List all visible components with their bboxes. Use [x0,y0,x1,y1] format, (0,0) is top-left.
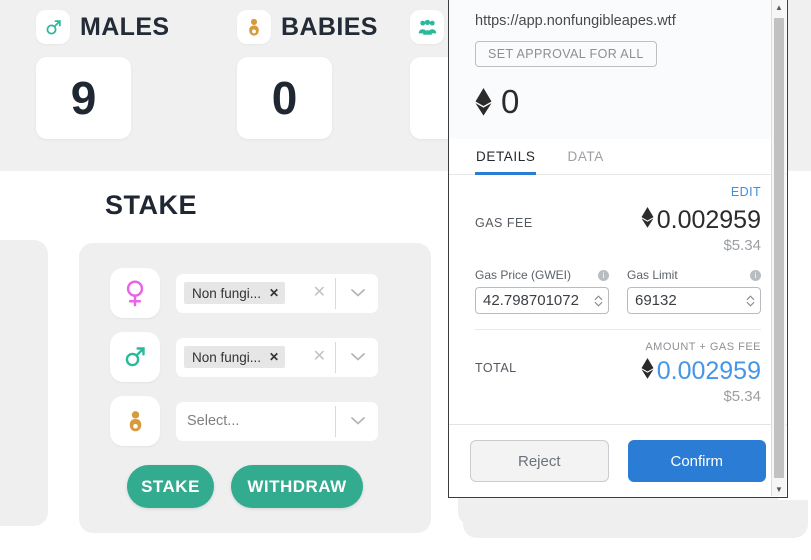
gas-limit-stepper[interactable] [746,294,760,307]
female-select[interactable]: Non fungi... ✕ ✕ [176,273,378,313]
gas-fee-fiat: $5.34 [723,237,761,254]
ethereum-icon [641,357,654,386]
gas-price-stepper[interactable] [594,294,608,307]
stake-row-baby: Select... [110,396,378,446]
total-eth: 0.002959 [641,357,761,386]
amount-plus-gas-caption: AMOUNT + GAS FEE [645,341,761,353]
popup-header: https://app.nonfungibleapes.wtf SET APPR… [449,0,787,139]
male-icon [110,332,160,382]
stat-card: 9 [36,57,131,139]
stat-label: BABIES [281,12,378,41]
gas-limit-label: Gas Limit [627,268,678,282]
gas-fee-label: GAS FEE [475,216,533,230]
baby-icon [237,10,271,44]
group-icon [410,10,444,44]
gas-fee-row: GAS FEE 0.002959 $5.34 [475,206,761,254]
reject-button[interactable]: Reject [470,440,609,482]
stake-section-title: STAKE [105,190,198,220]
info-icon[interactable]: i [750,269,761,281]
ethereum-icon [641,206,654,235]
selected-tag-label: Non fungi... [192,285,262,301]
male-icon [36,10,70,44]
stat-babies: BABIES 0 [237,8,378,139]
stat-value: 9 [70,72,97,124]
divider [335,341,336,373]
total-fiat: $5.34 [723,388,761,405]
stake-actions: STAKE WITHDRAW [127,465,363,508]
gas-limit-input[interactable] [628,288,746,313]
amount-value: 0 [501,83,520,120]
selected-tag[interactable]: Non fungi... ✕ [184,346,286,368]
scroll-up-icon[interactable]: ▲ [772,0,786,14]
info-icon[interactable]: i [598,269,609,281]
set-approval-for-all-button[interactable]: SET APPROVAL FOR ALL [475,41,657,67]
transaction-amount: 0 [475,83,761,121]
gas-inputs: Gas Price (GWEI) i Gas Limit i [475,268,761,314]
background-card-left [0,240,48,526]
popup-tabs: DETAILS DATA [449,139,787,175]
chevron-down-icon[interactable] [351,353,365,362]
edit-gas-link[interactable]: EDIT [475,185,761,199]
stat-value: 0 [271,72,298,124]
screen: MALES 9 BABIES 0 STAKE Non fungi... ✕ ✕ … [0,0,811,560]
selected-tag[interactable]: Non fungi... ✕ [184,282,286,304]
clear-icon[interactable]: ✕ [313,285,326,301]
chevron-down-icon[interactable] [351,417,365,426]
scroll-down-icon[interactable]: ▼ [772,482,786,496]
withdraw-button[interactable]: WITHDRAW [231,465,363,508]
confirm-button[interactable]: Confirm [627,440,766,482]
total-row: TOTAL AMOUNT + GAS FEE 0.002959 $5.34 [475,341,761,405]
stake-row-female: Non fungi... ✕ ✕ [110,268,378,318]
baby-select[interactable]: Select... [176,401,378,441]
tab-data[interactable]: DATA [566,139,604,175]
select-placeholder: Select... [187,413,240,429]
divider [335,277,336,309]
stat-males: MALES 9 [36,8,170,139]
gas-price-input[interactable] [476,288,594,313]
divider [335,405,336,437]
divider [475,329,761,330]
gas-price-label: Gas Price (GWEI) [475,268,572,282]
scrollbar-thumb[interactable] [774,18,784,478]
origin-url: https://app.nonfungibleapes.wtf [475,13,676,29]
popup-scrollbar[interactable]: ▲ ▼ [771,0,786,496]
clear-icon[interactable]: ✕ [313,349,326,365]
stake-row-male: Non fungi... ✕ ✕ [110,332,378,382]
baby-icon [110,396,160,446]
background-card-bottom [463,500,808,538]
selected-tag-label: Non fungi... [192,349,262,365]
popup-footer: Reject Confirm [449,424,787,497]
stake-button[interactable]: STAKE [127,465,214,508]
female-icon [110,268,160,318]
total-label: TOTAL [475,361,517,375]
stat-label: MALES [80,12,170,41]
details-panel: EDIT GAS FEE 0.002959 $5.34 Gas Price (G… [449,175,787,424]
stat-card: 0 [237,57,332,139]
tab-details[interactable]: DETAILS [475,139,537,175]
remove-tag-icon[interactable]: ✕ [269,286,279,300]
ethereum-icon [475,88,492,116]
remove-tag-icon[interactable]: ✕ [269,350,279,364]
total-value: 0.002959 [656,357,761,385]
chevron-down-icon[interactable] [351,289,365,298]
gas-limit-field: Gas Limit i [627,268,761,314]
gas-fee-value: 0.002959 [656,206,761,234]
gas-fee-eth: 0.002959 [641,206,761,235]
metamask-confirmation-popup: https://app.nonfungibleapes.wtf SET APPR… [448,0,788,498]
male-select[interactable]: Non fungi... ✕ ✕ [176,337,378,377]
gas-price-field: Gas Price (GWEI) i [475,268,609,314]
